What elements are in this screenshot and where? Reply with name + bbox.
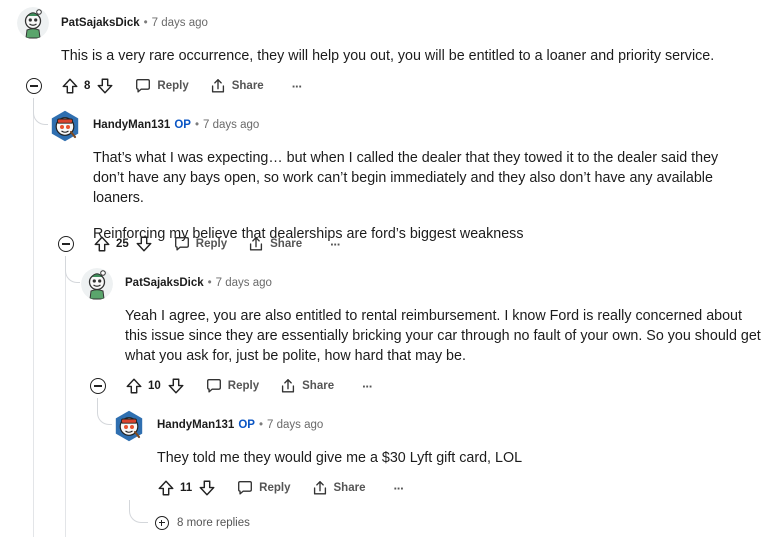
thread-connector: [97, 398, 112, 425]
reply-label: Reply: [259, 482, 291, 494]
more-icon[interactable]: ···: [330, 237, 341, 252]
separator: •: [207, 277, 212, 289]
reply-label: Reply: [227, 380, 260, 392]
downvote-icon[interactable]: [167, 377, 185, 395]
comment-body: They told me they would give me a $30 Ly…: [157, 448, 757, 468]
share-label: Share: [270, 238, 303, 250]
author-name[interactable]: HandyMan131: [93, 119, 170, 131]
reply-icon: [205, 377, 223, 395]
comment-text: That’s what I was expecting… but when I …: [93, 150, 719, 206]
thread-line[interactable]: [33, 98, 34, 537]
comment-meta: HandyMan131 OP • 7 days ago: [157, 419, 323, 431]
timestamp[interactable]: 7 days ago: [216, 277, 272, 289]
reply-button[interactable]: Reply: [134, 77, 189, 95]
collapse-icon[interactable]: [58, 236, 74, 252]
action-bar: 25 Reply Share ···: [93, 232, 341, 256]
vote-score: 11: [180, 482, 193, 494]
share-icon: [311, 479, 329, 497]
avatar[interactable]: [81, 268, 113, 300]
more-icon[interactable]: ···: [292, 79, 303, 94]
upvote-icon[interactable]: [61, 77, 79, 95]
share-button[interactable]: Share: [247, 235, 302, 253]
upvote-icon[interactable]: [93, 235, 111, 253]
action-bar: 10 Reply Share ···: [125, 374, 373, 398]
timestamp[interactable]: 7 days ago: [267, 419, 323, 431]
author-name[interactable]: PatSajaksDick: [125, 277, 204, 289]
thread-connector: [129, 500, 148, 523]
reply-icon: [236, 479, 254, 497]
comment-body: That’s what I was expecting… but when I …: [93, 148, 753, 244]
collapse-icon[interactable]: [26, 78, 42, 94]
thread-connector: [33, 98, 48, 125]
collapse-icon[interactable]: [90, 378, 106, 394]
share-label: Share: [231, 80, 264, 92]
comment-text: This is a very rare occurrence, they wil…: [61, 48, 715, 64]
more-replies-button[interactable]: 8 more replies: [155, 516, 250, 530]
share-label: Share: [333, 482, 366, 494]
op-badge: OP: [238, 419, 255, 431]
comment-body: This is a very rare occurrence, they wil…: [61, 46, 761, 66]
avatar[interactable]: [49, 110, 81, 142]
op-badge: OP: [174, 119, 191, 131]
share-button[interactable]: Share: [279, 377, 334, 395]
downvote-icon[interactable]: [135, 235, 153, 253]
upvote-icon[interactable]: [157, 479, 175, 497]
share-icon: [247, 235, 265, 253]
more-icon[interactable]: ···: [393, 481, 404, 496]
vote-score: 10: [148, 380, 161, 392]
author-name[interactable]: HandyMan131: [157, 419, 234, 431]
reply-button[interactable]: Reply: [173, 235, 227, 253]
vote-score: 8: [84, 80, 91, 92]
share-icon: [209, 77, 227, 95]
share-button[interactable]: Share: [209, 77, 264, 95]
reply-icon: [134, 77, 152, 95]
upvote-icon[interactable]: [125, 377, 143, 395]
thread-line[interactable]: [65, 256, 66, 537]
share-icon: [279, 377, 297, 395]
timestamp[interactable]: 7 days ago: [203, 119, 259, 131]
separator: •: [258, 419, 263, 431]
timestamp[interactable]: 7 days ago: [152, 17, 208, 29]
thread-connector: [65, 256, 80, 283]
avatar[interactable]: [113, 410, 145, 442]
more-replies-label: 8 more replies: [177, 517, 250, 529]
comment-body: Yeah I agree, you are also entitled to r…: [125, 306, 765, 366]
avatar[interactable]: [17, 7, 49, 39]
downvote-icon[interactable]: [96, 77, 114, 95]
share-label: Share: [302, 380, 335, 392]
reply-icon: [173, 235, 191, 253]
separator: •: [143, 17, 148, 29]
reply-label: Reply: [195, 238, 228, 250]
downvote-icon[interactable]: [198, 479, 216, 497]
share-button[interactable]: Share: [311, 479, 366, 497]
expand-icon: [155, 516, 169, 530]
comment-meta: HandyMan131 OP • 7 days ago: [93, 119, 259, 131]
action-bar: 11 Reply Share ···: [157, 476, 404, 500]
more-icon[interactable]: ···: [362, 379, 373, 394]
vote-score: 25: [116, 238, 129, 250]
reply-button[interactable]: Reply: [205, 377, 259, 395]
comment-meta: PatSajaksDick • 7 days ago: [125, 277, 272, 289]
action-bar: 8 Reply Share ···: [61, 74, 303, 98]
comment-meta: PatSajaksDick • 7 days ago: [61, 17, 208, 29]
reply-label: Reply: [157, 80, 189, 92]
comment-text: Yeah I agree, you are also entitled to r…: [125, 308, 761, 364]
author-name[interactable]: PatSajaksDick: [61, 17, 140, 29]
comment-text: They told me they would give me a $30 Ly…: [157, 450, 523, 466]
separator: •: [194, 119, 199, 131]
reply-button[interactable]: Reply: [236, 479, 291, 497]
